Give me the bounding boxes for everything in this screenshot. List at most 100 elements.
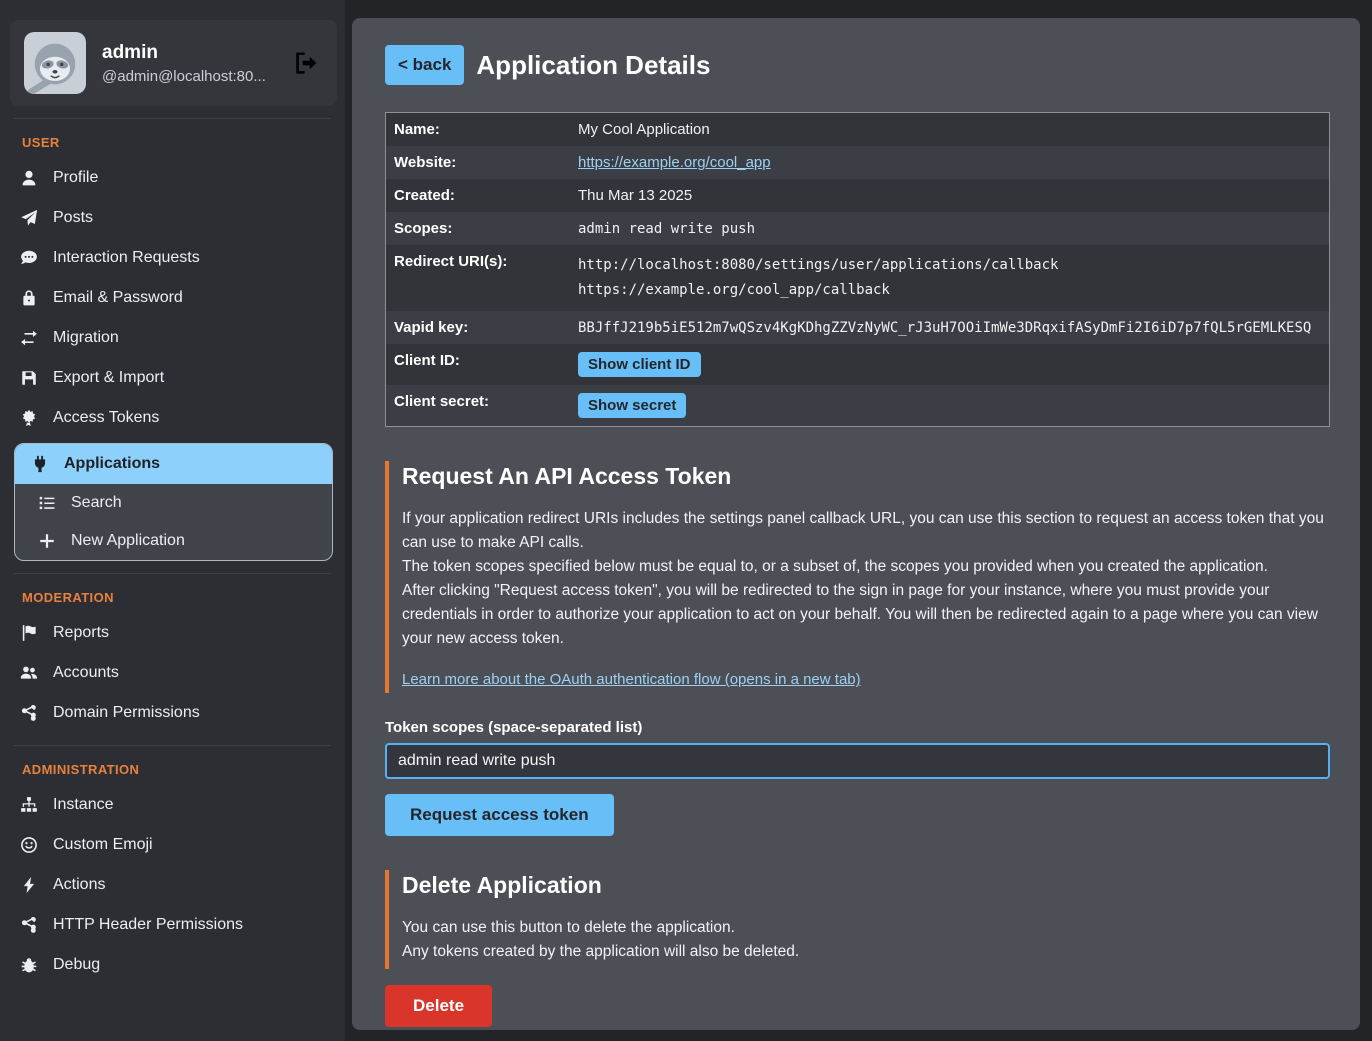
delete-button[interactable]: Delete xyxy=(385,985,492,1027)
share-nodes-icon xyxy=(20,916,38,934)
section-paragraph: The token scopes specified below must be… xyxy=(402,555,1330,579)
sidebar-item-label: Domain Permissions xyxy=(53,704,200,722)
sidebar-item-label: Interaction Requests xyxy=(53,249,200,267)
row-label: Vapid key: xyxy=(386,311,570,344)
user-name: admin xyxy=(102,42,277,64)
token-scopes-input[interactable] xyxy=(385,743,1330,779)
sidebar-item-label: Migration xyxy=(53,329,119,347)
section-paragraph: After clicking "Request access token", y… xyxy=(402,579,1330,651)
sidebar-item-migration[interactable]: Migration xyxy=(0,318,345,358)
users-icon xyxy=(20,664,38,682)
section-paragraph: You can use this button to delete the ap… xyxy=(402,916,1330,940)
divider xyxy=(14,118,331,119)
table-row: Redirect URI(s): http://localhost:8080/s… xyxy=(386,245,1329,311)
sidebar-item-instance[interactable]: Instance xyxy=(0,785,345,825)
show-client-id-button[interactable]: Show client ID xyxy=(578,352,701,377)
sidebar-item-new-application[interactable]: New Application xyxy=(15,522,332,560)
lock-icon xyxy=(20,289,38,307)
sidebar: admin @admin@localhost:80... USER Profil… xyxy=(0,0,345,1041)
sidebar-item-label: Profile xyxy=(53,169,98,187)
sidebar-item-label: Reports xyxy=(53,624,109,642)
table-row: Website: https://example.org/cool_app xyxy=(386,146,1329,179)
exchange-icon xyxy=(20,329,38,347)
list-icon xyxy=(38,494,56,512)
row-label: Created: xyxy=(386,179,570,212)
table-row: Scopes: admin read write push xyxy=(386,212,1329,245)
share-nodes-icon xyxy=(20,704,38,722)
paper-plane-icon xyxy=(20,209,38,227)
sidebar-section-user: USER xyxy=(22,135,345,150)
sidebar-item-http-header-permissions[interactable]: HTTP Header Permissions xyxy=(0,905,345,945)
row-value: https://example.org/cool_app xyxy=(570,146,1329,179)
sidebar-item-label: Access Tokens xyxy=(53,409,159,427)
row-label: Redirect URI(s): xyxy=(386,245,570,311)
row-value: BBJffJ219b5iE512m7wQSzv4KgKDhgZZVzNyWC_r… xyxy=(570,311,1329,344)
row-label: Scopes: xyxy=(386,212,570,245)
sidebar-item-domain-permissions[interactable]: Domain Permissions xyxy=(0,693,345,733)
redirect-uri: http://localhost:8080/settings/user/appl… xyxy=(578,253,1321,278)
sidebar-item-label: New Application xyxy=(71,532,185,550)
sidebar-item-label: Debug xyxy=(53,956,100,974)
divider xyxy=(14,573,331,574)
sidebar-item-label: Actions xyxy=(53,876,105,894)
plug-icon xyxy=(31,455,49,473)
delete-application-section: Delete Application You can use this butt… xyxy=(385,870,1330,968)
table-row: Created: Thu Mar 13 2025 xyxy=(386,179,1329,212)
redirect-uri: https://example.org/cool_app/callback xyxy=(578,278,1321,303)
table-row: Client ID: Show client ID xyxy=(386,344,1329,385)
user-meta: admin @admin@localhost:80... xyxy=(102,42,277,85)
sidebar-item-label: Instance xyxy=(53,796,113,814)
sign-out-icon[interactable] xyxy=(293,50,319,76)
sidebar-item-accounts[interactable]: Accounts xyxy=(0,653,345,693)
plus-icon xyxy=(38,532,56,550)
sidebar-item-interaction-requests[interactable]: Interaction Requests xyxy=(0,238,345,278)
row-value: Show secret xyxy=(570,385,1329,426)
applications-menu-group: Applications Search New Application xyxy=(14,443,333,561)
smile-icon xyxy=(20,836,38,854)
website-link[interactable]: https://example.org/cool_app xyxy=(578,154,771,171)
sidebar-item-label: Search xyxy=(71,494,122,512)
sidebar-item-access-tokens[interactable]: Access Tokens xyxy=(0,398,345,438)
sidebar-item-label: Custom Emoji xyxy=(53,836,153,854)
user-icon xyxy=(20,169,38,187)
row-value: Thu Mar 13 2025 xyxy=(570,179,1329,212)
show-secret-button[interactable]: Show secret xyxy=(578,393,686,418)
sidebar-item-label: Posts xyxy=(53,209,93,227)
row-value: admin read write push xyxy=(570,212,1329,245)
section-paragraph: If your application redirect URIs includ… xyxy=(402,507,1330,555)
bolt-icon xyxy=(20,876,38,894)
application-details-table: Name: My Cool Application Website: https… xyxy=(385,112,1330,427)
sidebar-item-reports[interactable]: Reports xyxy=(0,613,345,653)
sidebar-item-debug[interactable]: Debug xyxy=(0,945,345,985)
table-row: Client secret: Show secret xyxy=(386,385,1329,426)
oauth-docs-link[interactable]: Learn more about the OAuth authenticatio… xyxy=(402,671,861,688)
sidebar-item-posts[interactable]: Posts xyxy=(0,198,345,238)
sidebar-item-email-password[interactable]: Email & Password xyxy=(0,278,345,318)
applications-submenu: Search New Application xyxy=(15,484,332,560)
settings-app: admin @admin@localhost:80... USER Profil… xyxy=(0,0,1372,1041)
sidebar-section-moderation: MODERATION xyxy=(22,590,345,605)
sidebar-item-actions[interactable]: Actions xyxy=(0,865,345,905)
sidebar-item-profile[interactable]: Profile xyxy=(0,158,345,198)
page-title: Application Details xyxy=(476,50,710,81)
sidebar-item-label: Email & Password xyxy=(53,289,183,307)
section-paragraph: Any tokens created by the application wi… xyxy=(402,940,1330,964)
sidebar-item-search[interactable]: Search xyxy=(15,484,332,522)
flag-icon xyxy=(20,624,38,642)
avatar xyxy=(24,32,86,94)
token-scopes-label: Token scopes (space-separated list) xyxy=(385,719,1330,736)
row-label: Name: xyxy=(386,113,570,146)
sidebar-item-applications[interactable]: Applications xyxy=(15,444,332,484)
sidebar-section-administration: ADMINISTRATION xyxy=(22,762,345,777)
sidebar-item-label: Accounts xyxy=(53,664,119,682)
user-handle: @admin@localhost:80... xyxy=(102,68,277,85)
section-title: Request An API Access Token xyxy=(402,463,1330,490)
user-card: admin @admin@localhost:80... xyxy=(10,20,337,106)
section-title: Delete Application xyxy=(402,872,1330,899)
sidebar-item-export-import[interactable]: Export & Import xyxy=(0,358,345,398)
back-button[interactable]: < back xyxy=(385,45,464,85)
request-access-token-button[interactable]: Request access token xyxy=(385,794,614,836)
page-header: < back Application Details xyxy=(385,45,1330,85)
sidebar-item-label: Export & Import xyxy=(53,369,164,387)
sidebar-item-custom-emoji[interactable]: Custom Emoji xyxy=(0,825,345,865)
